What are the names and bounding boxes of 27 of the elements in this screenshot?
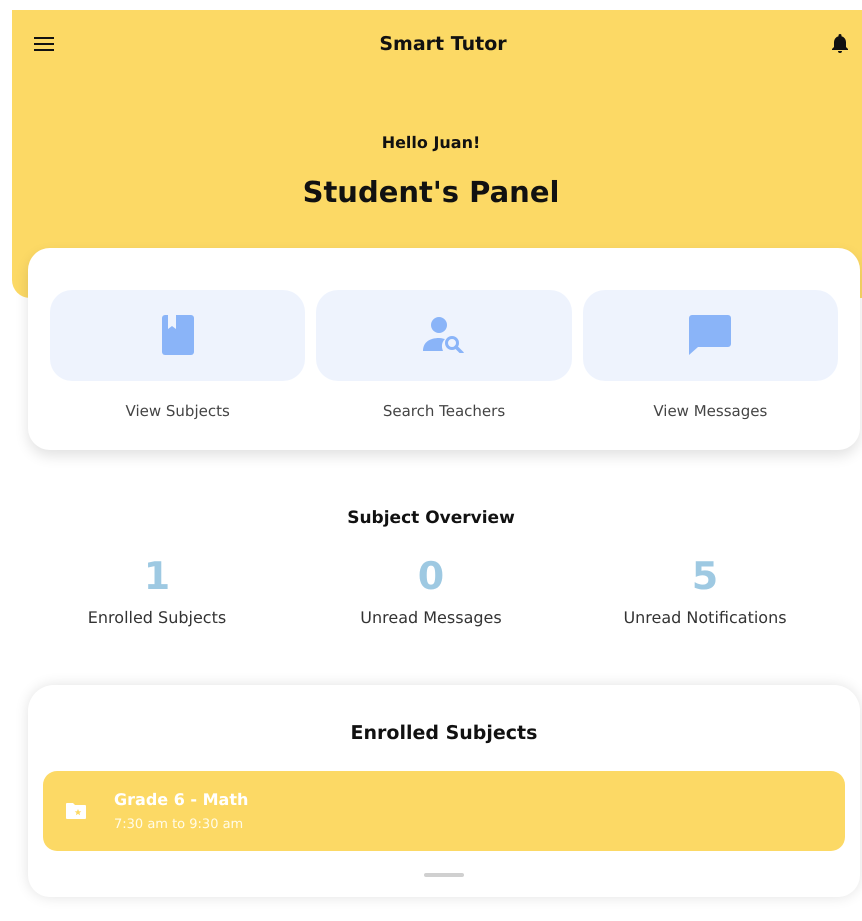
chat-icon xyxy=(689,315,732,355)
subject-name: Grade 6 - Math xyxy=(114,788,248,811)
action-label: View Subjects xyxy=(126,400,230,422)
panel-title: Student's Panel xyxy=(302,174,560,211)
action-label: Search Teachers xyxy=(382,400,506,422)
stat-label: Enrolled Subjects xyxy=(88,606,226,628)
menu-icon[interactable] xyxy=(34,37,54,51)
app-title: Smart Tutor xyxy=(379,32,507,57)
subject-time: 7:30 am to 9:30 am xyxy=(114,816,244,834)
stat-value: 1 xyxy=(144,554,170,598)
bell-icon[interactable] xyxy=(832,34,848,54)
greeting: Hello Juan! xyxy=(382,132,480,154)
stat-value: 0 xyxy=(418,554,444,598)
subject-item[interactable]: Grade 6 - Math 7:30 am to 9:30 am xyxy=(43,771,845,851)
stat-label: Unread Notifications xyxy=(623,606,787,628)
book-icon xyxy=(162,315,194,355)
enrolled-title: Enrolled Subjects xyxy=(350,720,538,746)
action-tile[interactable] xyxy=(50,290,306,380)
person-search-icon xyxy=(422,317,465,353)
action-tile[interactable] xyxy=(582,290,838,380)
drag-handle[interactable] xyxy=(424,873,464,877)
folder-star-icon xyxy=(66,803,86,819)
stat-value: 5 xyxy=(692,554,718,598)
action-label: View Messages xyxy=(653,400,768,422)
action-tile[interactable] xyxy=(316,290,572,380)
stat-label: Unread Messages xyxy=(360,606,502,628)
overview-title: Subject Overview xyxy=(347,507,515,530)
